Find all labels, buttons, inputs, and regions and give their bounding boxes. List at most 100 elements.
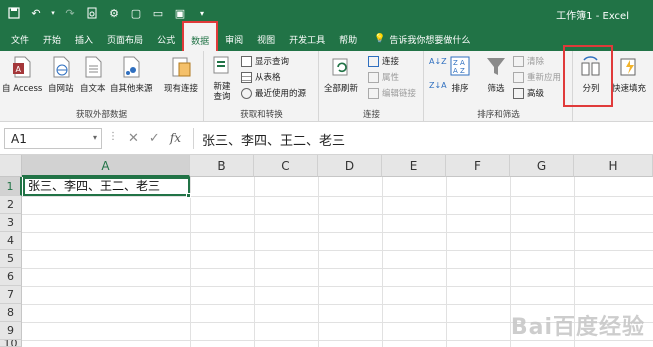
- customize-qat-icon[interactable]: ▾: [194, 5, 210, 21]
- group-label-connections: 连接: [362, 110, 380, 120]
- column-header-f[interactable]: F: [446, 155, 510, 177]
- advanced-label: 高级: [527, 89, 545, 99]
- copy-icon[interactable]: ▢: [128, 5, 144, 21]
- redo-icon[interactable]: ↷: [62, 5, 78, 21]
- column-header-a[interactable]: A: [22, 155, 190, 177]
- column-header-d[interactable]: D: [318, 155, 382, 177]
- sort-icon: Z AA Z: [450, 56, 470, 76]
- from-web-button[interactable]: 自网站: [48, 55, 74, 94]
- existing-connections-icon: [172, 57, 191, 77]
- tab-developer[interactable]: 开发工具: [282, 27, 332, 51]
- refresh-all-button[interactable]: 全部刷新: [324, 55, 358, 94]
- sort-az-button[interactable]: A↓Z: [429, 57, 447, 66]
- name-box[interactable]: A1 ▾: [4, 128, 102, 149]
- existing-connections-button[interactable]: 现有连接: [164, 55, 198, 94]
- from-table-icon: [241, 71, 252, 83]
- group-label-get-external: 获取外部数据: [75, 110, 127, 120]
- from-other-sources-label: 自其他来源: [110, 84, 153, 94]
- advanced-button[interactable]: 高级: [513, 87, 544, 99]
- formula-input[interactable]: 张三、李四、王二、老三: [193, 128, 653, 149]
- tell-me-box[interactable]: 💡 告诉我你想要做什么: [364, 27, 470, 51]
- properties-icon: [368, 71, 379, 83]
- connections-button[interactable]: 连接: [368, 55, 399, 67]
- enter-icon[interactable]: ✓: [149, 131, 160, 146]
- gridline-h: [22, 250, 653, 251]
- from-text-label: 自文本: [80, 84, 106, 94]
- properties-button[interactable]: 属性: [368, 71, 399, 83]
- row-header-1[interactable]: 1: [0, 177, 22, 196]
- tab-home[interactable]: 开始: [36, 27, 68, 51]
- column-header-b[interactable]: B: [190, 155, 254, 177]
- connections-label: 连接: [382, 57, 400, 67]
- row-header-10[interactable]: 10: [0, 340, 22, 347]
- sort-za-button[interactable]: Z↓A: [429, 81, 447, 90]
- tab-view[interactable]: 视图: [250, 27, 282, 51]
- tab-review[interactable]: 审阅: [218, 27, 250, 51]
- from-access-label: 自 Access: [2, 84, 43, 94]
- row-header-8[interactable]: 8: [0, 304, 22, 322]
- flash-fill-button[interactable]: 快速填充: [612, 55, 646, 94]
- print-preview-icon[interactable]: [84, 5, 100, 21]
- tab-data[interactable]: 数据: [182, 21, 219, 51]
- sort-button[interactable]: Z AA Z 排序: [449, 55, 471, 94]
- sort-za-label: Z↓A: [429, 81, 447, 90]
- row-header-3[interactable]: 3: [0, 214, 22, 232]
- row-header-9[interactable]: 9: [0, 322, 22, 340]
- svg-text:A: A: [16, 65, 22, 74]
- title-bar: ↶ ▾ ↷ ⚙ ▢ ▭ ▣ ▾ 工作簿1 - Excel: [0, 0, 653, 27]
- column-header-e[interactable]: E: [382, 155, 446, 177]
- tab-page-layout[interactable]: 页面布局: [100, 27, 150, 51]
- row-header-7[interactable]: 7: [0, 286, 22, 304]
- filter-button[interactable]: 筛选: [485, 55, 507, 94]
- show-queries-icon: [241, 55, 252, 67]
- reapply-button[interactable]: 重新应用: [513, 71, 561, 83]
- clear-label: 清除: [527, 57, 545, 67]
- column-header-g[interactable]: G: [510, 155, 574, 177]
- recent-sources-button[interactable]: 最近使用的源: [241, 87, 306, 99]
- undo-icon[interactable]: ↶: [28, 5, 44, 21]
- tab-help[interactable]: 帮助: [332, 27, 364, 51]
- cell-a1[interactable]: 张三、李四、王二、老三: [23, 177, 190, 196]
- text-file-icon: [85, 56, 102, 78]
- from-table-button[interactable]: 从表格: [241, 71, 281, 83]
- row-header-6[interactable]: 6: [0, 268, 22, 286]
- undo-dropdown-icon[interactable]: ▾: [50, 5, 56, 21]
- tab-formulas[interactable]: 公式: [150, 27, 182, 51]
- save-icon[interactable]: [6, 5, 22, 21]
- insert-function-icon[interactable]: fx: [170, 131, 181, 146]
- fill-handle[interactable]: [186, 193, 191, 198]
- connections-icon: [368, 55, 379, 67]
- tab-file[interactable]: 文件: [4, 27, 36, 51]
- group-label-sort-filter: 排序和筛选: [477, 110, 520, 120]
- clear-button[interactable]: 清除: [513, 55, 544, 67]
- screenshot-icon[interactable]: ▣: [172, 5, 188, 21]
- edit-links-button[interactable]: 编辑链接: [368, 87, 416, 99]
- select-all-corner[interactable]: [0, 155, 22, 177]
- column-header-h[interactable]: H: [574, 155, 653, 177]
- formula-buttons: ⋮ ✕ ✓ fx: [108, 131, 181, 146]
- refresh-all-label: 全部刷新: [324, 84, 359, 94]
- tab-insert[interactable]: 插入: [68, 27, 100, 51]
- show-queries-button[interactable]: 显示查询: [241, 55, 289, 67]
- highlight-box-text-to-columns: [563, 45, 613, 107]
- from-other-sources-button[interactable]: 自其他来源: [110, 55, 153, 94]
- edit-links-icon: [368, 87, 379, 99]
- macro-icon[interactable]: ⚙: [106, 5, 122, 21]
- column-header-c[interactable]: C: [254, 155, 318, 177]
- cancel-icon[interactable]: ✕: [128, 131, 139, 146]
- row-header-4[interactable]: 4: [0, 232, 22, 250]
- row-header-5[interactable]: 5: [0, 250, 22, 268]
- worksheet-grid[interactable]: A B C D E F G H 1 2 3 4 5 6 7 8 9 10 张三、…: [0, 155, 653, 347]
- ribbon-tabs: 文件 开始 插入 页面布局 公式 数据 审阅 视图 开发工具 帮助 💡 告诉我你…: [0, 21, 653, 51]
- from-access-button[interactable]: A 自 Access: [2, 55, 42, 94]
- row-header-2[interactable]: 2: [0, 196, 22, 214]
- gridline-h: [22, 268, 653, 269]
- formula-options-icon[interactable]: ⋮: [108, 131, 118, 146]
- from-text-button[interactable]: 自文本: [80, 55, 106, 94]
- name-box-dropdown-icon[interactable]: ▾: [93, 133, 97, 142]
- new-query-button[interactable]: 新建 查询: [211, 55, 233, 102]
- group-get-transform: 新建 查询 显示查询 从表格 最近使用的源 获取和转换: [205, 51, 319, 122]
- name-box-value: A1: [11, 132, 27, 146]
- comment-icon[interactable]: ▭: [150, 5, 166, 21]
- existing-connections-label: 现有连接: [164, 84, 199, 94]
